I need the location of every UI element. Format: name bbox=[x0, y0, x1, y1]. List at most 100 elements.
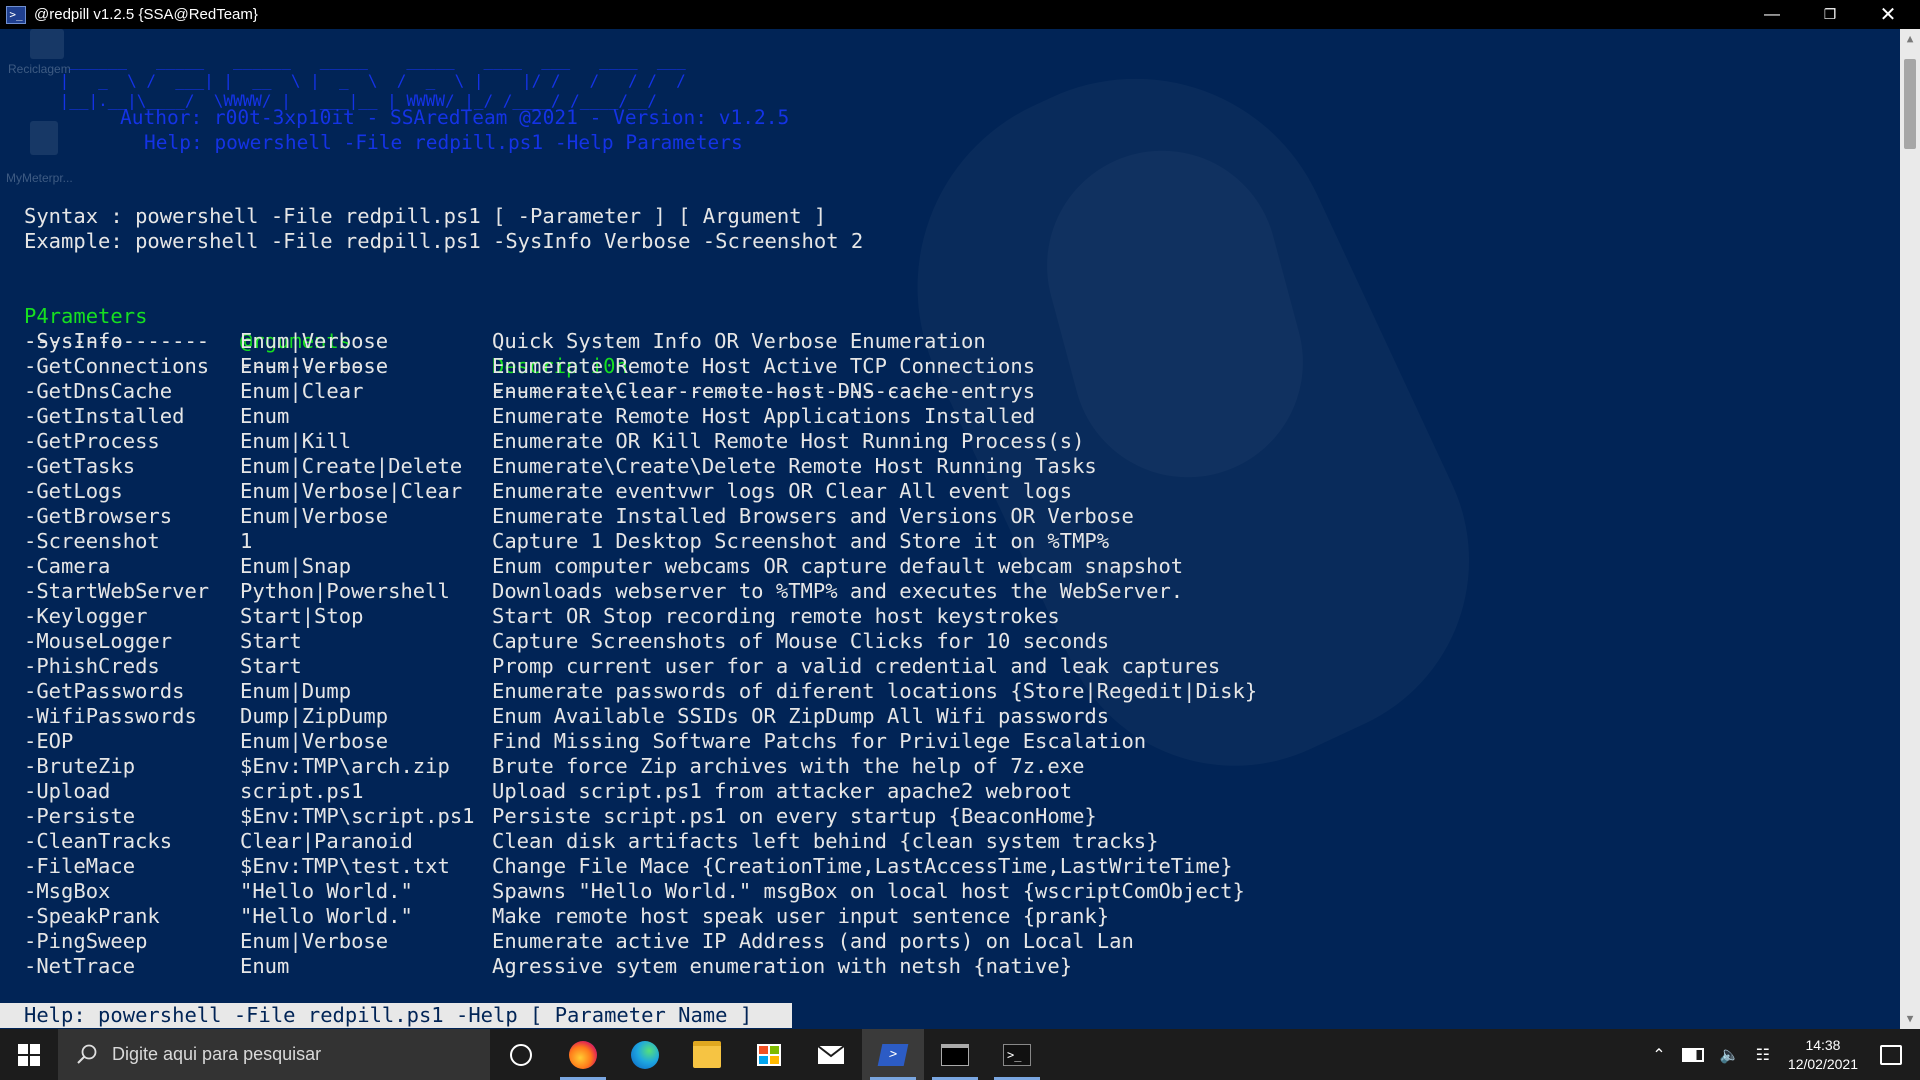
table-row: -MsgBox "Hello World." Spawns "Hello World… bbox=[24, 879, 1324, 904]
console-area[interactable]: Reciclagem MyMeterpr... ______ _____ ___… bbox=[0, 29, 1900, 1029]
table-row: -FileMace $Env:TMP\test.txt Change File Ma… bbox=[24, 854, 1324, 879]
row-argument: Start bbox=[240, 629, 302, 653]
banner-art-line-2: | _ \ / ___| | __ \ | _ \ / _ \ | |/ / /… bbox=[50, 71, 686, 90]
row-description: Downloads webserver to %TMP% and execute… bbox=[492, 579, 1184, 603]
banner-author: Author: r00t-3xp10it - SSAredTeam @2021 … bbox=[120, 106, 790, 129]
row-argument: Enum|Verbose bbox=[240, 354, 389, 378]
row-description: Promp current user for a valid credentia… bbox=[492, 654, 1221, 678]
store-button[interactable] bbox=[738, 1029, 800, 1080]
row-argument: Enum|Kill bbox=[240, 429, 352, 453]
row-parameter: -Keylogger bbox=[24, 604, 148, 628]
clock[interactable]: 14:38 12/02/2021 bbox=[1788, 1036, 1858, 1074]
row-argument: Enum|Dump bbox=[240, 679, 352, 703]
row-argument: "Hello World." bbox=[240, 879, 413, 903]
scroll-thumb[interactable] bbox=[1904, 59, 1916, 149]
row-description: Spawns "Hello World." msgBox on local ho… bbox=[492, 879, 1245, 903]
search-placeholder: Digite aqui para pesquisar bbox=[112, 1044, 322, 1064]
wifi-icon[interactable]: ☷ bbox=[1756, 1045, 1770, 1065]
row-argument: Start|Stop bbox=[240, 604, 364, 628]
battery-icon[interactable] bbox=[1681, 1047, 1704, 1062]
row-parameter: -GetLogs bbox=[24, 479, 123, 503]
close-button[interactable]: ✕ bbox=[1859, 0, 1917, 29]
scroll-up-icon[interactable]: ▲ bbox=[1900, 29, 1920, 49]
row-parameter: -Persiste bbox=[24, 804, 136, 828]
row-parameter: -SysInfo bbox=[24, 329, 123, 353]
help-status-line: Help: powershell -File redpill.ps1 -Help… bbox=[0, 1003, 792, 1028]
scroll-down-icon[interactable]: ▼ bbox=[1900, 1009, 1920, 1029]
start-button[interactable] bbox=[0, 1029, 58, 1080]
row-parameter: -WifiPasswords bbox=[24, 704, 197, 728]
row-argument: $Env:TMP\script.ps1 bbox=[240, 804, 475, 828]
title-bar: >_ @redpill v1.2.5 {SSA@RedTeam} — ❐ ✕ bbox=[0, 0, 1920, 29]
row-argument: 1 bbox=[240, 529, 253, 553]
store-icon bbox=[757, 1043, 781, 1066]
file-explorer-button[interactable] bbox=[676, 1029, 738, 1080]
table-row: -GetTasks Enum|Create|Delete Enumerate\Cre… bbox=[24, 454, 1324, 479]
minimize-icon: — bbox=[1764, 5, 1780, 23]
firefox-button[interactable] bbox=[552, 1029, 614, 1080]
terminal-icon bbox=[941, 1043, 969, 1066]
row-parameter: -MsgBox bbox=[24, 879, 111, 903]
banner-help: Help: powershell -File redpill.ps1 -Help… bbox=[144, 131, 743, 154]
table-row: -EOP Enum|Verbose Find Missing Software Pa… bbox=[24, 729, 1324, 754]
notifications-icon[interactable] bbox=[1880, 1044, 1902, 1065]
table-row: -Upload script.ps1 Upload script.ps1 from … bbox=[24, 779, 1324, 804]
row-description: Enum Available SSIDs OR ZipDump All Wifi… bbox=[492, 704, 1110, 728]
console-icon: >_ bbox=[1003, 1043, 1031, 1066]
banner-art-line-1: ______ _____ ______ _____ _____ ____ ___… bbox=[50, 51, 686, 70]
mail-button[interactable] bbox=[800, 1029, 862, 1080]
windows-logo-icon bbox=[18, 1043, 40, 1066]
row-argument: $Env:TMP\arch.zip bbox=[240, 754, 450, 778]
row-parameter: -MouseLogger bbox=[24, 629, 173, 653]
powershell-taskbar-button[interactable]: > bbox=[862, 1029, 924, 1080]
task-view-icon bbox=[510, 1043, 532, 1066]
table-row: -GetBrowsers Enum|Verbose Enumerate Instal… bbox=[24, 504, 1324, 529]
chevron-up-icon[interactable]: ⌃ bbox=[1652, 1045, 1665, 1065]
edge-button[interactable] bbox=[614, 1029, 676, 1080]
row-argument: script.ps1 bbox=[240, 779, 364, 803]
row-description: Clean disk artifacts left behind {clean … bbox=[492, 829, 1159, 853]
table-row: -GetConnections Enum|Verbose Enumerate Rem… bbox=[24, 354, 1324, 379]
row-argument: Enum bbox=[240, 404, 290, 428]
row-parameter: -PhishCreds bbox=[24, 654, 160, 678]
restore-button[interactable]: ❐ bbox=[1801, 0, 1859, 29]
minimize-button[interactable]: — bbox=[1743, 0, 1801, 29]
table-header: P4rameters @rguments Descripti0n bbox=[24, 279, 1324, 378]
row-argument: Dump|ZipDump bbox=[240, 704, 389, 728]
console-scrollbar[interactable]: ▲ ▼ bbox=[1900, 29, 1920, 1029]
task-view-button[interactable] bbox=[490, 1029, 552, 1080]
table-row: -PhishCreds Start Promp current user for a… bbox=[24, 654, 1324, 679]
table-row: -Keylogger Start|Stop Start OR Stop record… bbox=[24, 604, 1324, 629]
search-icon bbox=[77, 1044, 97, 1064]
row-argument: Enum|Clear bbox=[240, 379, 364, 403]
console-button[interactable]: >_ bbox=[986, 1029, 1048, 1080]
table-row: -Screenshot 1 Capture 1 Desktop Screenshot… bbox=[24, 529, 1324, 554]
row-parameter: -BruteZip bbox=[24, 754, 136, 778]
table-row: -PingSweep Enum|Verbose Enumerate active I… bbox=[24, 929, 1324, 954]
row-argument: Enum|Verbose bbox=[240, 729, 389, 753]
terminal-button[interactable] bbox=[924, 1029, 986, 1080]
row-description: Enumerate OR Kill Remote Host Running Pr… bbox=[492, 429, 1085, 453]
syntax-line: Syntax : powershell -File redpill.ps1 [ … bbox=[24, 204, 827, 228]
clock-time: 14:38 bbox=[1805, 1036, 1841, 1053]
example-line: Example: powershell -File redpill.ps1 -S… bbox=[24, 229, 864, 253]
row-argument: Enum|Verbose bbox=[240, 929, 389, 953]
row-parameter: -FileMace bbox=[24, 854, 136, 878]
mail-icon bbox=[817, 1044, 845, 1064]
row-description: Enumerate Remote Host Active TCP Connect… bbox=[492, 354, 1036, 378]
volume-icon[interactable]: 🔈 bbox=[1720, 1045, 1740, 1065]
table-row: -SysInfo Enum|Verbose Quick System Info OR… bbox=[24, 329, 1324, 354]
row-argument: Enum bbox=[240, 954, 290, 978]
row-description: Start OR Stop recording remote host keys… bbox=[492, 604, 1060, 628]
file-explorer-icon bbox=[693, 1041, 721, 1068]
table-row: -GetDnsCache Enum|Clear Enumerate\Clear re… bbox=[24, 379, 1324, 404]
row-description: Enumerate active IP Address (and ports) … bbox=[492, 929, 1134, 953]
row-argument: Enum|Verbose bbox=[240, 504, 389, 528]
row-description: Enum computer webcams OR capture default… bbox=[492, 554, 1184, 578]
row-argument: $Env:TMP\test.txt bbox=[240, 854, 450, 878]
taskbar-search-box[interactable]: Digite aqui para pesquisar bbox=[58, 1029, 490, 1080]
row-argument: "Hello World." bbox=[240, 904, 413, 928]
row-parameter: -GetInstalled bbox=[24, 404, 185, 428]
system-tray: ⌃ 🔈 ☷ 14:38 12/02/2021 bbox=[1644, 1029, 1920, 1080]
row-parameter: -GetTasks bbox=[24, 454, 136, 478]
